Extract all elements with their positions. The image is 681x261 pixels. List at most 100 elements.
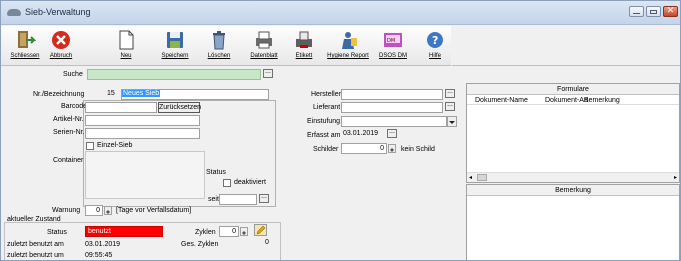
- erfasst-value: 03.01.2019: [343, 130, 379, 137]
- lieferant-input[interactable]: [341, 102, 443, 113]
- nr-label: Nr./Bezeichnung: [33, 91, 85, 98]
- dsos-icon: DM: [384, 33, 402, 47]
- bemerkung-panel: Bemerkung: [466, 184, 680, 260]
- svg-text:?: ?: [432, 34, 438, 47]
- close-icon: ✕: [666, 5, 675, 15]
- hersteller-label: Hersteller: [311, 91, 341, 98]
- search-lookup-button[interactable]: ...: [263, 68, 273, 78]
- toolbar-label-button[interactable]: Etikett: [289, 26, 319, 66]
- status-label: Status: [206, 169, 226, 176]
- einzel-sieb-label: Einzel-Sieb: [97, 142, 133, 149]
- toolbar-datasheet-button[interactable]: Datenblatt: [246, 26, 282, 66]
- deaktiviert-label: deaktiviert: [234, 179, 266, 186]
- zustand-status-value: benutzt: [85, 226, 163, 237]
- toolbar-save-button[interactable]: Speichern: [158, 26, 192, 66]
- column-dokument-name[interactable]: Dokument-Name: [475, 97, 528, 104]
- search-input[interactable]: [87, 69, 261, 80]
- column-dokument-art[interactable]: Dokument-Art: [545, 97, 588, 104]
- zyklen-edit-button[interactable]: [254, 224, 267, 236]
- warnung-label: Warnung: [52, 207, 81, 214]
- cancel-icon: [52, 31, 70, 49]
- schilder-spinner[interactable]: [388, 144, 396, 153]
- maximize-button[interactable]: [646, 6, 661, 17]
- minimize-button[interactable]: [629, 6, 644, 17]
- einzel-sieb-checkbox[interactable]: [86, 142, 94, 150]
- help-icon: ?: [427, 32, 443, 48]
- zyklen-input[interactable]: 0: [219, 226, 239, 237]
- title-bar: Sieb-Verwaltung ✕: [1, 1, 680, 25]
- hersteller-lookup-button[interactable]: ...: [445, 88, 455, 98]
- barcode-label: Barcode: [61, 103, 88, 110]
- warnung-spinner[interactable]: [104, 206, 112, 215]
- toolbar-dsos-button[interactable]: DM DSOS DM: [376, 26, 410, 66]
- schilder-label: Schilder: [313, 146, 339, 153]
- einstufung-select[interactable]: [341, 116, 447, 127]
- toolbar-hygiene-report-button[interactable]: Hygiene Report: [325, 26, 371, 66]
- reset-button[interactable]: Zurücksetzen: [158, 102, 201, 113]
- seit-date-button[interactable]: ...: [259, 193, 269, 203]
- label-printer-icon: [296, 31, 312, 48]
- formulare-title: Formulare: [467, 84, 679, 95]
- horizontal-scrollbar[interactable]: ◂ ▸: [467, 172, 679, 182]
- chevron-down-icon: [449, 121, 455, 127]
- schilder-input[interactable]: 0: [341, 143, 387, 154]
- bemerkung-title: Bemerkung: [467, 185, 679, 196]
- zuletzt-am-label: zuletzt benutzt am: [7, 241, 64, 248]
- warnung-unit: [Tage vor Verfallsdatum]: [116, 207, 192, 214]
- delete-icon: [213, 31, 225, 50]
- ges-zyklen-label: Ges. Zyklen: [181, 241, 219, 248]
- zuletzt-um-value: 09:55:45: [85, 252, 113, 259]
- container-label: Container: [53, 157, 84, 164]
- serien-label: Serien-Nr.: [53, 129, 85, 136]
- scroll-right-icon[interactable]: ▸: [674, 174, 677, 181]
- toolbar-exit-button[interactable]: Schliessen: [7, 26, 43, 66]
- toolbar-cancel-button[interactable]: Abbruch: [43, 26, 79, 66]
- new-document-icon: [119, 30, 134, 50]
- erfasst-label: Erfasst am: [307, 132, 341, 139]
- toolbar-new-button[interactable]: Neu: [111, 26, 141, 66]
- serien-input[interactable]: [85, 128, 200, 139]
- bemerkung-textarea[interactable]: [467, 196, 679, 259]
- close-button[interactable]: ✕: [663, 5, 678, 17]
- window-title: Sieb-Verwaltung: [25, 7, 91, 17]
- lieferant-label: Lieferant: [313, 104, 341, 111]
- scroll-left-icon[interactable]: ◂: [469, 174, 472, 181]
- sieb-verwaltung-window: Sieb-Verwaltung ✕ Schliessen Abbruch Neu…: [0, 0, 681, 261]
- printer-icon: [256, 31, 272, 49]
- toolbar-help-button[interactable]: ? Hilfe: [420, 26, 450, 66]
- lieferant-lookup-button[interactable]: ...: [445, 101, 455, 111]
- name-input[interactable]: Neues Sieb: [121, 89, 269, 100]
- zyklen-spinner[interactable]: [240, 227, 248, 236]
- ges-zyklen-value: 0: [265, 239, 269, 246]
- barcode-input[interactable]: [85, 102, 157, 113]
- app-icon: [7, 9, 21, 16]
- artikel-label: Artikel-Nr.: [53, 116, 84, 123]
- save-icon: [167, 32, 183, 48]
- svg-text:DM: DM: [387, 38, 395, 44]
- einstufung-dropdown-button[interactable]: [447, 116, 457, 127]
- warnung-input[interactable]: 0: [85, 205, 103, 216]
- artikel-input[interactable]: [85, 115, 200, 126]
- exit-icon: [18, 31, 36, 48]
- scrollbar-thumb[interactable]: [477, 174, 487, 181]
- formulare-panel: Formulare Dokument-Name Dokument-Art Bem…: [466, 83, 680, 183]
- toolbar-delete-button[interactable]: Löschen: [204, 26, 234, 66]
- zyklen-label: Zyklen: [195, 229, 216, 236]
- column-bemerkung[interactable]: Bemerkung: [584, 97, 620, 104]
- hersteller-input[interactable]: [341, 89, 443, 100]
- pencil-icon: [256, 225, 266, 235]
- seit-input[interactable]: [219, 194, 257, 205]
- deaktiviert-checkbox[interactable]: [223, 179, 231, 187]
- toolbar-empty-area: [452, 26, 680, 66]
- zuletzt-am-value: 03.01.2019: [85, 241, 121, 248]
- seit-label: seit: [208, 196, 219, 203]
- hygiene-report-icon: [342, 32, 357, 49]
- zuletzt-um-label: zuletzt benutzt um: [7, 252, 64, 259]
- zustand-status-label: Status: [47, 229, 67, 236]
- toolbar: Schliessen Abbruch Neu Speichern Löschen…: [1, 26, 451, 66]
- formulare-header: Dokument-Name Dokument-Art Bemerkung: [467, 95, 679, 105]
- nr-value: 15: [107, 90, 115, 97]
- erfasst-date-button[interactable]: ...: [387, 128, 397, 138]
- container-list[interactable]: [85, 151, 205, 199]
- einstufung-label: Einstufung: [307, 118, 341, 125]
